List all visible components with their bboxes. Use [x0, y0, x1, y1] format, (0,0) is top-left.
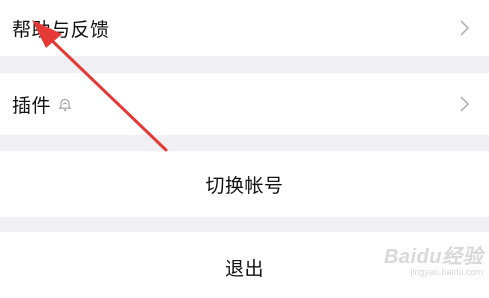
bell-icon: [58, 98, 72, 112]
plugins-label: 插件: [12, 94, 52, 117]
watermark-url: jingyan.baidu.com: [410, 267, 483, 277]
settings-item-plugins[interactable]: 插件: [0, 73, 489, 135]
logout-label: 退出: [224, 258, 264, 280]
chevron-right-icon: [460, 96, 470, 112]
switch-account-label: 切换帐号: [205, 174, 284, 197]
settings-item-help-feedback[interactable]: 帮助与反馈: [0, 0, 489, 56]
switch-account-button[interactable]: 切换帐号: [0, 151, 489, 217]
baidu-jingyan-watermark: Baidu经验 jingyan.baidu.com: [384, 240, 483, 277]
watermark-logo: Baidu经验: [383, 246, 483, 268]
chevron-right-icon: [460, 20, 470, 36]
help-feedback-label: 帮助与反馈: [12, 18, 110, 41]
